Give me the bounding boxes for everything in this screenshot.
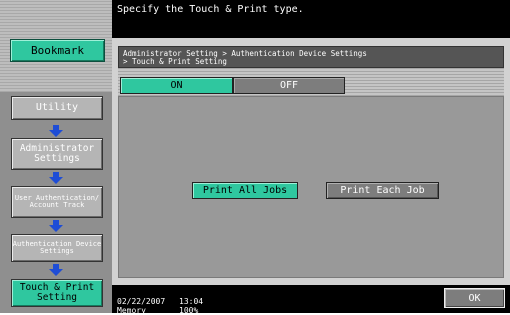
memory-value: 100%	[179, 306, 199, 315]
message-bar: Specify the Touch & Print type.	[112, 0, 510, 38]
status-date: 02/22/2007	[117, 297, 166, 306]
off-toggle-button[interactable]: OFF	[233, 77, 345, 94]
memory-label: Memory	[117, 306, 146, 315]
print-each-job-button[interactable]: Print Each Job	[326, 182, 439, 199]
down-arrow-icon	[49, 220, 63, 232]
breadcrumb: Administrator Setting > Authentication D…	[118, 46, 504, 68]
on-toggle-button[interactable]: ON	[120, 77, 233, 94]
options-area	[118, 96, 504, 278]
status-bar: 02/22/2007 13:04 Memory 100% OK	[112, 285, 510, 315]
bookmark-button[interactable]: Bookmark	[10, 39, 105, 62]
utility-button[interactable]: Utility	[11, 96, 103, 120]
print-all-jobs-button[interactable]: Print All Jobs	[192, 182, 298, 199]
status-time: 13:04	[179, 297, 204, 306]
user-authentication-account-track-button[interactable]: User Authentication/ Account Track	[11, 186, 103, 218]
down-arrow-icon	[49, 172, 63, 184]
administrator-settings-button[interactable]: Administrator Settings	[11, 138, 103, 170]
authentication-device-settings-button[interactable]: Authentication Device Settings	[11, 234, 103, 262]
down-arrow-icon	[49, 264, 63, 276]
breadcrumb-line-2: > Touch & Print Setting	[123, 57, 227, 66]
down-arrow-icon	[49, 125, 63, 137]
touch-print-setting-button[interactable]: Touch & Print Setting	[11, 279, 103, 307]
left-panel: Bookmark Utility Administrator Settings …	[0, 0, 112, 313]
ok-button[interactable]: OK	[444, 288, 505, 308]
main-panel: Administrator Setting > Authentication D…	[112, 38, 510, 285]
